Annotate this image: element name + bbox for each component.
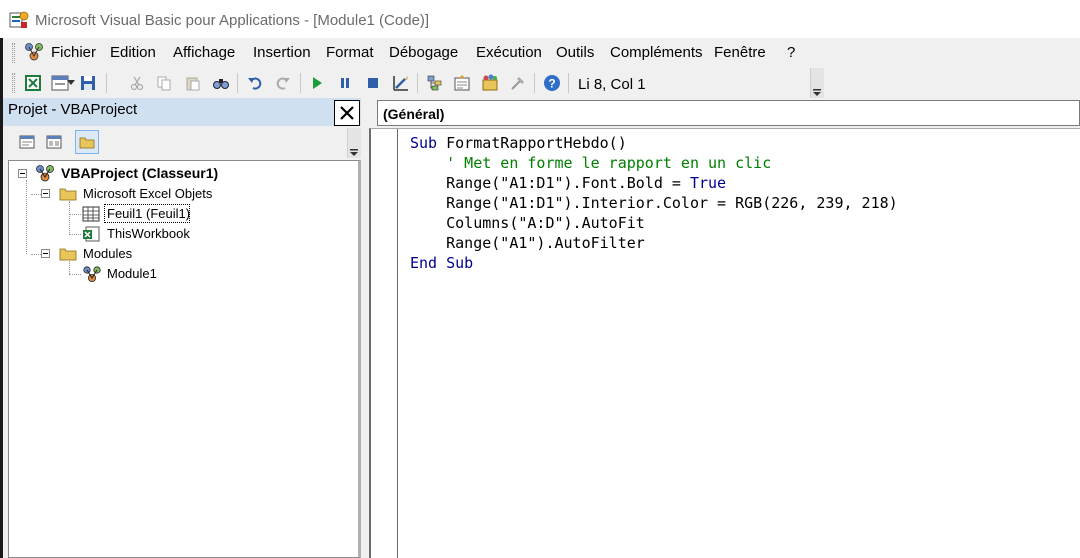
tree-item-feuil1[interactable]: Feuil1 (Feuil1) xyxy=(107,206,190,221)
vbaproject-icon xyxy=(36,165,54,182)
worksheet-icon xyxy=(82,206,100,222)
code-text: Range("A1:D1").Font.Bold = xyxy=(410,174,690,192)
project-pane-toolbar xyxy=(3,126,361,158)
menu-fenetre[interactable]: Fenêtre xyxy=(714,44,766,61)
tree-item-excel-objects[interactable]: Microsoft Excel Objets xyxy=(83,186,212,201)
toolbar-separator xyxy=(534,73,535,93)
design-mode-icon[interactable] xyxy=(391,73,411,93)
vba-app-icon[interactable] xyxy=(9,10,29,30)
toolbox-icon[interactable] xyxy=(508,73,528,93)
menu-debogage[interactable]: Débogage xyxy=(389,44,458,61)
title-bar: Microsoft Visual Basic pour Applications… xyxy=(0,0,1080,38)
toggle-folders-icon[interactable] xyxy=(75,130,99,154)
module-menu-icon[interactable] xyxy=(23,41,45,63)
folder-icon xyxy=(59,188,77,201)
view-object-icon[interactable] xyxy=(42,130,66,154)
object-combo-value: (Général) xyxy=(383,106,445,122)
cut-icon[interactable] xyxy=(127,73,147,93)
toolbar-grip[interactable] xyxy=(12,73,15,93)
toolbar-options-chevron[interactable] xyxy=(810,68,824,98)
project-pane-header: Projet - VBAProject xyxy=(3,98,361,126)
view-code-icon[interactable] xyxy=(15,130,39,154)
code-line-5[interactable]: Columns("A:D").AutoFit xyxy=(410,213,645,233)
pane-splitter[interactable] xyxy=(361,98,369,558)
tree-item-vbaproject[interactable]: VBAProject (Classeur1) xyxy=(61,165,218,181)
window-title: Microsoft Visual Basic pour Applications… xyxy=(35,12,430,29)
code-line-1[interactable]: Sub FormatRapportHebdo() xyxy=(410,133,627,153)
project-explorer-icon[interactable] xyxy=(425,73,445,93)
collapse-root-toggle[interactable] xyxy=(18,169,27,178)
toolbar-separator xyxy=(417,73,418,93)
save-icon[interactable] xyxy=(78,73,98,93)
find-icon[interactable] xyxy=(211,73,231,93)
toolbar-separator xyxy=(300,73,301,93)
code-editor[interactable]: Sub FormatRapportHebdo() ' Met en forme … xyxy=(369,128,1080,558)
collapse-excel-objects-toggle[interactable] xyxy=(41,189,50,198)
menubar-grip[interactable] xyxy=(12,43,15,63)
paste-icon[interactable] xyxy=(183,73,203,93)
menu-bar: Fichier Edition Affichage Insertion Form… xyxy=(3,38,1080,68)
toolbar-separator xyxy=(568,73,569,93)
object-browser-icon[interactable] xyxy=(480,73,500,93)
menu-edition[interactable]: Edition xyxy=(110,44,156,61)
code-text: FormatRapportHebdo() xyxy=(437,134,627,152)
tree-item-modules[interactable]: Modules xyxy=(83,246,132,261)
tree-connector xyxy=(69,214,81,215)
code-line-2[interactable]: ' Met en forme le rapport en un clic xyxy=(410,153,771,173)
menu-complements[interactable]: Compléments xyxy=(610,44,703,61)
excel-view-icon[interactable] xyxy=(23,73,43,93)
run-icon[interactable] xyxy=(307,73,327,93)
code-keyword: Sub xyxy=(410,134,438,152)
menu-affichage[interactable]: Affichage xyxy=(173,44,235,61)
break-icon[interactable] xyxy=(335,73,355,93)
tree-item-thisworkbook[interactable]: ThisWorkbook xyxy=(107,226,190,241)
close-icon[interactable] xyxy=(334,100,360,126)
tree-connector xyxy=(69,274,81,275)
project-pane-title: Projet - VBAProject xyxy=(8,101,138,118)
menu-execution[interactable]: Exécution xyxy=(476,44,542,61)
redo-icon[interactable] xyxy=(273,73,293,93)
menu-insertion[interactable]: Insertion xyxy=(253,44,311,61)
menu-help[interactable]: ? xyxy=(787,44,795,61)
module-icon xyxy=(83,266,101,282)
collapse-modules-toggle[interactable] xyxy=(41,249,50,258)
code-keyword: True xyxy=(689,174,727,192)
undo-icon[interactable] xyxy=(245,73,265,93)
object-combo[interactable]: (Général) xyxy=(377,100,1080,126)
tree-item-module1[interactable]: Module1 xyxy=(107,266,157,281)
help-icon[interactable]: ? xyxy=(542,73,562,93)
menu-fichier[interactable]: Fichier xyxy=(51,44,96,61)
project-toolbar-chevron[interactable] xyxy=(347,128,361,158)
svg-text:?: ? xyxy=(548,77,555,91)
folder-icon xyxy=(59,248,77,261)
copy-icon[interactable] xyxy=(154,73,174,93)
dropdown-icon[interactable] xyxy=(66,73,76,93)
tree-connector xyxy=(26,180,27,254)
standard-toolbar: ? Li 8, Col 1 xyxy=(3,68,825,98)
menu-outils[interactable]: Outils xyxy=(556,44,594,61)
cursor-position-text: Li 8, Col 1 xyxy=(578,76,646,93)
project-tree[interactable]: VBAProject (Classeur1) Microsoft Excel O… xyxy=(8,160,361,558)
code-line-4[interactable]: Range("A1:D1").Interior.Color = RGB(226,… xyxy=(410,193,898,213)
cursor-position-status: Li 8, Col 1 xyxy=(572,71,812,97)
tree-connector xyxy=(69,201,70,235)
reset-icon[interactable] xyxy=(363,73,383,93)
toolbar-separator xyxy=(237,73,238,93)
tree-connector xyxy=(69,261,70,274)
code-line-3[interactable]: Range("A1:D1").Font.Bold = True xyxy=(410,173,726,193)
workbook-icon xyxy=(83,226,100,242)
menu-format[interactable]: Format xyxy=(326,44,374,61)
code-line-6[interactable]: Range("A1").AutoFilter xyxy=(410,233,645,253)
tree-connector xyxy=(69,234,81,235)
margin-indicator-bar[interactable] xyxy=(371,129,398,558)
code-line-7[interactable]: End Sub xyxy=(410,253,473,273)
properties-icon[interactable] xyxy=(452,73,472,93)
toolbar-separator xyxy=(106,73,107,93)
